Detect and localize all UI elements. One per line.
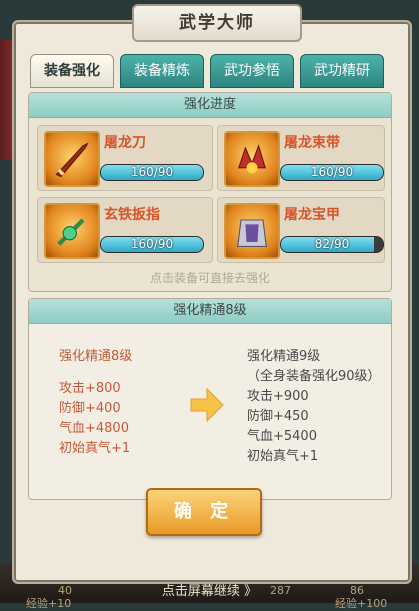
stat-line: 防御+450 bbox=[247, 409, 309, 424]
dialog-title: 武学大师 bbox=[132, 4, 302, 42]
tap-to-continue[interactable]: 点击屏幕继续 》 bbox=[0, 580, 419, 599]
progress-bar: 160/90 bbox=[280, 164, 384, 181]
stat-line: 气血+4800 bbox=[59, 421, 129, 436]
progress-bar: 160/90 bbox=[100, 236, 204, 253]
equip-item[interactable]: 屠龙宝甲 82/90 bbox=[217, 197, 385, 263]
tab-equip-refine[interactable]: 装备精炼 bbox=[120, 54, 204, 88]
item-name: 屠龙刀 bbox=[104, 135, 146, 151]
confirm-button[interactable]: 确 定 bbox=[146, 488, 262, 536]
saber-icon bbox=[44, 131, 100, 187]
item-name: 屠龙束带 bbox=[284, 135, 340, 151]
armor-icon bbox=[224, 203, 280, 259]
item-name: 玄铁扳指 bbox=[104, 207, 160, 223]
progress-text: 82/90 bbox=[314, 237, 350, 251]
stat-line: 初始真气+1 bbox=[247, 449, 319, 464]
tab-skill-study[interactable]: 武功精研 bbox=[300, 54, 384, 88]
enhance-hint: 点击装备可直接去强化 bbox=[149, 271, 270, 285]
next-mastery-requirement: （全身装备强化90级） bbox=[247, 369, 381, 384]
progress-bar: 82/90 bbox=[280, 236, 384, 253]
equip-item[interactable]: 玄铁扳指 160/90 bbox=[37, 197, 213, 263]
stat-line: 防御+400 bbox=[59, 401, 121, 416]
equip-item[interactable]: 屠龙刀 160/90 bbox=[37, 125, 213, 191]
tab-equip-enhance[interactable]: 装备强化 bbox=[30, 54, 114, 88]
stat-line: 攻击+900 bbox=[247, 389, 309, 404]
mastery-header: 强化精通8级 bbox=[29, 299, 391, 324]
progress-header: 强化进度 bbox=[29, 93, 391, 118]
arrow-right-icon bbox=[190, 387, 224, 423]
equip-item[interactable]: 屠龙束带 160/90 bbox=[217, 125, 385, 191]
stat-line: 气血+5400 bbox=[247, 429, 317, 444]
progress-text: 160/90 bbox=[130, 165, 174, 179]
next-mastery-title: 强化精通9级 bbox=[247, 349, 321, 364]
current-mastery: 强化精通8级 攻击+800 防御+400 气血+4800 初始真气+1 bbox=[59, 347, 132, 459]
current-mastery-title: 强化精通8级 bbox=[59, 349, 133, 364]
mastery-panel: 强化精通8级 强化精通8级 攻击+800 防御+400 气血+4800 初始真气… bbox=[28, 298, 392, 500]
item-name: 屠龙宝甲 bbox=[284, 207, 340, 223]
ring-icon bbox=[44, 203, 100, 259]
belt-icon bbox=[224, 131, 280, 187]
progress-text: 160/90 bbox=[310, 165, 354, 179]
progress-text: 160/90 bbox=[130, 237, 174, 251]
tab-skill-comprehend[interactable]: 武功参悟 bbox=[210, 54, 294, 88]
tab-bar: 装备强化 装备精炼 武功参悟 武功精研 bbox=[30, 54, 384, 88]
next-mastery: 强化精通9级 （全身装备强化90级） 攻击+900 防御+450 气血+5400… bbox=[247, 347, 381, 467]
stat-line: 攻击+800 bbox=[59, 381, 121, 396]
progress-bar: 160/90 bbox=[100, 164, 204, 181]
enhance-progress-panel: 强化进度 屠龙刀 160/90 屠龙束带 160/90 玄铁扳指 160/90 bbox=[28, 92, 392, 292]
stat-line: 初始真气+1 bbox=[59, 441, 131, 456]
